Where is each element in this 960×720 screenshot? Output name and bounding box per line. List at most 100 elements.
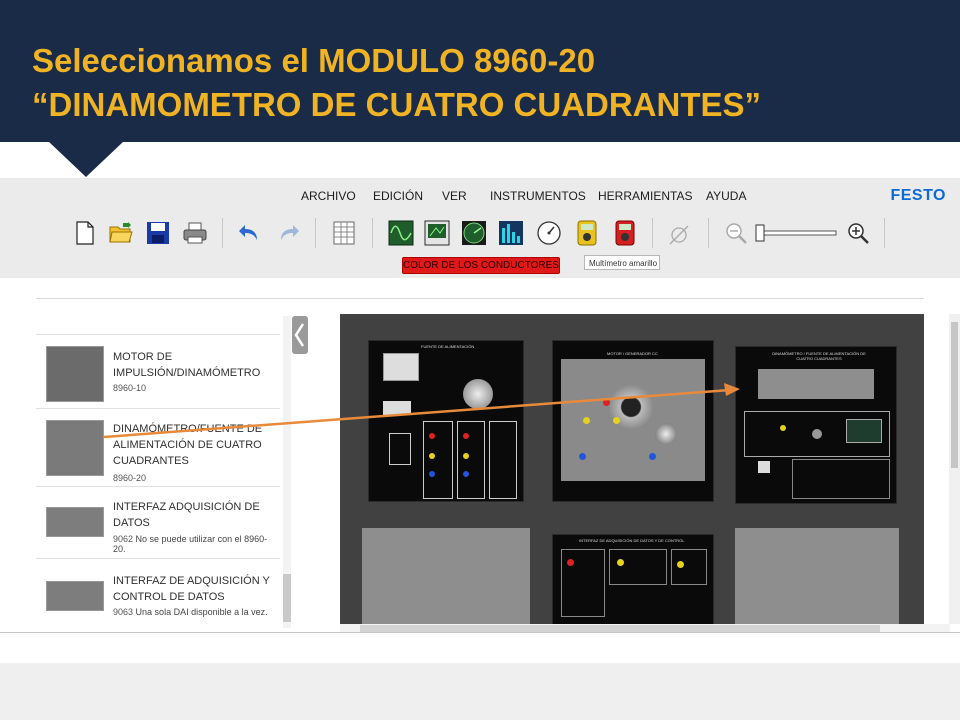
speed-meter-icon[interactable]	[536, 220, 562, 246]
phasor-analyzer-icon[interactable]	[424, 220, 450, 246]
mode-knob[interactable]	[812, 429, 822, 439]
module-list: MOTOR DE IMPULSIÓN/DINAMÓMETRO 8960-10 D…	[36, 314, 280, 630]
footer-divider	[0, 632, 960, 633]
list-item[interactable]: MOTOR DE IMPULSIÓN/DINAMÓMETRO 8960-10	[36, 334, 280, 409]
module-title: MOTOR DE IMPULSIÓN/DINAMÓMETRO	[113, 351, 261, 379]
input-block	[671, 549, 707, 585]
power-switches[interactable]	[383, 401, 411, 415]
jack-red[interactable]	[463, 433, 469, 439]
panel-title: INTERFAZ DE ADQUISICIÓN DE DATOS Y DE CO…	[579, 538, 685, 543]
menu-herramientas[interactable]: HERRAMIENTAS	[598, 189, 692, 203]
undo-icon[interactable]	[237, 220, 263, 246]
input-block	[609, 549, 667, 585]
module-code: 8960-10	[113, 383, 147, 393]
module-note: No se puede utilizar con el 8960-20.	[113, 534, 268, 554]
canvas-horizontal-scrollbar-thumb[interactable]	[360, 625, 880, 632]
save-icon[interactable]	[145, 220, 171, 246]
module-thumbnail	[46, 420, 104, 476]
module-code: 9062	[113, 534, 134, 544]
jack-yellow[interactable]	[429, 453, 435, 459]
jack-blue[interactable]	[463, 471, 469, 477]
main-content: MOTOR DE IMPULSIÓN/DINAMÓMETRO 8960-10 D…	[0, 278, 960, 633]
list-item[interactable]: INTERFAZ DE ADQUISICIÓN Y CONTROL DE DAT…	[36, 558, 280, 630]
module-code-row: 9063 Una sola DAI disponible a la vez.	[113, 607, 278, 617]
panel-title: MOTOR / GENERADOR CC	[607, 351, 658, 356]
toolbar-separator	[708, 218, 709, 248]
workstation-canvas[interactable]: FUENTE DE ALIMENTACIÓN MOTOR / GENERADOR…	[340, 314, 924, 626]
multimeter-select[interactable]: Multímetro amarillo	[584, 255, 660, 270]
module-code: 8960-20	[113, 473, 147, 483]
app-window: ARCHIVO EDICIÓN VER INSTRUMENTOS HERRAMI…	[0, 178, 960, 633]
yellow-multimeter-icon[interactable]	[574, 220, 600, 246]
list-item[interactable]: DINAMÓMETRO/FUENTE DE ALIMENTACIÓN DE CU…	[36, 408, 280, 487]
rheostat-knob[interactable]	[655, 423, 677, 445]
terminal-block	[423, 421, 453, 499]
menu-instrumentos[interactable]: INSTRUMENTOS	[490, 189, 586, 203]
jack-blue[interactable]	[429, 471, 435, 477]
zoom-slider[interactable]	[754, 222, 838, 244]
zoom-in-icon[interactable]	[845, 220, 871, 246]
jack-yellow[interactable]	[613, 417, 620, 424]
red-multimeter-icon[interactable]	[612, 220, 638, 246]
module-title: DINAMÓMETRO/FUENTE DE ALIMENTACIÓN DE CU…	[113, 423, 263, 467]
toolbar-separator	[652, 218, 653, 248]
voltmeter	[383, 353, 419, 381]
module-four-quadrant-dynamometer[interactable]: DINAMÓMETRO / FUENTE DE ALIMENTACIÓN DE …	[735, 346, 897, 504]
slide-footer	[0, 663, 960, 720]
jack-red[interactable]	[603, 399, 610, 406]
module-code-row: 9062 No se puede utilizar con el 8960-20…	[113, 534, 278, 554]
jack-yellow[interactable]	[617, 559, 624, 566]
empty-slot	[735, 528, 899, 624]
harmonic-analyzer-icon[interactable]	[498, 220, 524, 246]
list-scrollbar-thumb[interactable]	[283, 574, 291, 622]
probe-icon[interactable]	[666, 220, 692, 246]
jack-red[interactable]	[429, 433, 435, 439]
terminal-block	[457, 421, 485, 499]
status-screen	[846, 419, 882, 443]
jack-yellow[interactable]	[463, 453, 469, 459]
panel-title: DINAMÓMETRO / FUENTE DE ALIMENTACIÓN DE …	[772, 351, 866, 361]
power-meter-icon[interactable]	[461, 220, 487, 246]
slide-title-line1: Seleccionamos el MODULO 8960-20	[32, 42, 596, 79]
canvas-vertical-scrollbar-thumb[interactable]	[951, 322, 958, 468]
jack-yellow[interactable]	[583, 417, 590, 424]
module-dc-motor-generator[interactable]: MOTOR / GENERADOR CC	[552, 340, 714, 502]
toolbar: COLOR DE LOS CONDUCTORES Multímetro amar…	[0, 214, 960, 278]
slide-title-line2: “DINAMOMETRO DE CUATRO CUADRANTES”	[32, 86, 762, 123]
list-item[interactable]: INTERFAZ ADQUISICIÓN DE DATOS 9062 No se…	[36, 486, 280, 559]
empty-slot	[362, 528, 530, 624]
open-folder-icon[interactable]	[108, 220, 134, 246]
jack-yellow[interactable]	[780, 425, 786, 431]
module-power-supply[interactable]: FUENTE DE ALIMENTACIÓN	[368, 340, 524, 502]
menu-ver[interactable]: VER	[442, 189, 467, 203]
new-file-icon[interactable]	[72, 220, 98, 246]
dynamometer-display	[758, 369, 874, 399]
print-icon[interactable]	[182, 220, 208, 246]
conductor-color-button[interactable]: COLOR DE LOS CONDUCTORES	[402, 257, 560, 274]
redo-icon[interactable]	[275, 220, 301, 246]
module-thumbnail	[46, 581, 104, 611]
jack-yellow[interactable]	[677, 561, 684, 568]
collapse-panel-button[interactable]	[292, 316, 308, 354]
jack-red[interactable]	[567, 559, 574, 566]
oscilloscope-icon[interactable]	[388, 220, 414, 246]
menu-archivo[interactable]: ARCHIVO	[301, 189, 356, 203]
module-note: Una sola DAI disponible a la vez.	[135, 607, 268, 617]
io-section	[792, 459, 890, 499]
jack-blue[interactable]	[579, 453, 586, 460]
menu-bar: ARCHIVO EDICIÓN VER INSTRUMENTOS HERRAMI…	[0, 178, 960, 214]
slide-banner: Seleccionamos el MODULO 8960-20 “DINAMOM…	[0, 0, 960, 142]
divider	[36, 298, 924, 299]
power-switch[interactable]	[758, 461, 770, 473]
toolbar-separator	[372, 218, 373, 248]
output-block	[389, 433, 411, 465]
module-data-acquisition-interface[interactable]: INTERFAZ DE ADQUISICIÓN DE DATOS Y DE CO…	[552, 534, 714, 626]
menu-edicion[interactable]: EDICIÓN	[373, 189, 423, 203]
table-icon[interactable]	[331, 220, 357, 246]
jack-blue[interactable]	[649, 453, 656, 460]
toolbar-separator	[884, 218, 885, 248]
voltage-knob[interactable]	[463, 379, 493, 409]
toolbar-separator	[222, 218, 223, 248]
zoom-out-icon[interactable]	[723, 220, 749, 246]
menu-ayuda[interactable]: AYUDA	[706, 189, 746, 203]
